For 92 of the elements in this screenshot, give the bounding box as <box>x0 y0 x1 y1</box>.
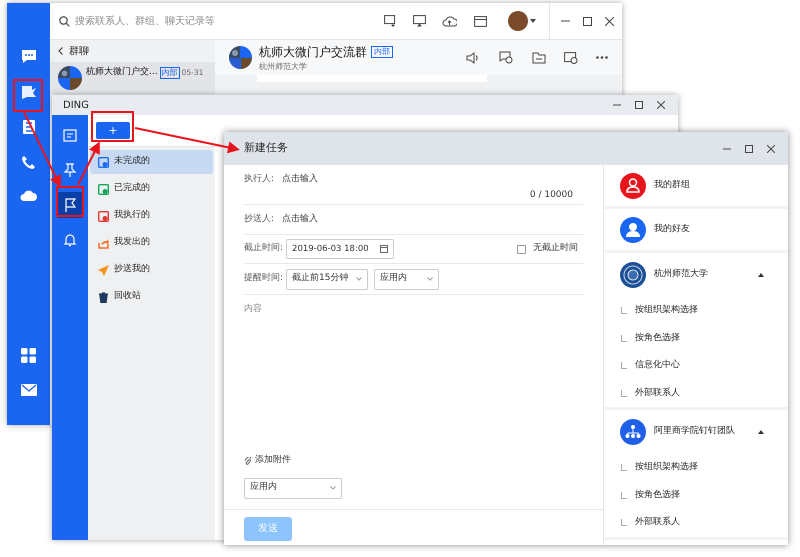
tree-line-icon <box>621 464 627 472</box>
org-chart-icon <box>620 419 646 445</box>
search-icon <box>59 16 70 26</box>
option-item[interactable]: 外部联系人 <box>635 386 680 400</box>
maximize-icon[interactable] <box>745 144 753 152</box>
emblem-icon <box>620 262 646 288</box>
tree-line-icon <box>621 362 627 370</box>
option-item[interactable]: 信息化中心 <box>635 359 680 372</box>
caret-icon[interactable] <box>758 273 764 277</box>
folder-icon[interactable] <box>532 52 546 64</box>
content-field[interactable]: 内容 <box>244 295 583 454</box>
cc-field[interactable]: 点击输入 <box>282 212 318 226</box>
minimize-icon[interactable] <box>723 148 731 150</box>
dropdown[interactable]: 截止前15分钟 <box>286 268 368 290</box>
more-icon[interactable] <box>596 56 608 59</box>
task-filter-item[interactable]: 未完成的 <box>90 150 213 174</box>
task-filter-item[interactable]: 已完成的 <box>90 177 213 201</box>
new-chat-icon[interactable] <box>384 15 397 27</box>
mail-icon[interactable] <box>20 384 36 396</box>
organization-name[interactable]: 杭州师范大学 <box>654 268 750 282</box>
contact-category[interactable]: 我的群组 <box>654 178 690 192</box>
field-label: 执行人: <box>244 173 274 186</box>
cloud-icon[interactable] <box>20 189 37 202</box>
chevron-icon <box>356 277 362 281</box>
chat-clock-icon[interactable] <box>499 51 513 64</box>
field-label: 截止时间: <box>244 242 284 256</box>
search-field[interactable]: 搜索联系人、群组、聊天记录等 <box>59 14 359 28</box>
calendar-icon <box>380 245 388 253</box>
window-icon[interactable] <box>474 16 487 26</box>
task-filter-item[interactable]: 回收站 <box>90 285 213 309</box>
minimize-icon[interactable] <box>613 104 621 106</box>
chevron-icon <box>427 277 434 281</box>
field-label: 提醒时间: <box>244 272 284 286</box>
highlight-box <box>13 79 43 112</box>
option-item[interactable]: 按组织架构选择 <box>635 461 698 474</box>
caret-icon[interactable] <box>758 430 764 434</box>
assignee-field[interactable]: 点击输入 <box>282 173 318 186</box>
option-item[interactable]: 按角色选择 <box>635 488 680 502</box>
maximize-icon[interactable] <box>583 16 592 26</box>
task-filter-item[interactable]: 我执行的 <box>90 204 213 228</box>
internal-badge: 内部 <box>371 46 393 58</box>
window-title: 新建任务 <box>244 140 288 156</box>
close-icon[interactable] <box>657 101 665 109</box>
screen-share-icon[interactable] <box>413 15 426 27</box>
attach-link[interactable]: 添加附件 <box>255 454 291 468</box>
chat-icon[interactable] <box>20 49 36 64</box>
panel-title: 群聊 <box>69 44 89 58</box>
char-counter: 0 / 10000 <box>530 188 573 202</box>
chat-name: 杭师大微门户交... <box>86 66 158 79</box>
dropdown[interactable]: 应用内 <box>374 268 440 290</box>
organization-name[interactable]: 阿里商学院钉钉团队 <box>654 425 750 439</box>
tree-line-icon <box>621 492 627 499</box>
option-item[interactable]: 按角色选择 <box>635 332 680 345</box>
task-filter-item[interactable]: 抄送我的 <box>90 258 213 282</box>
chat-title: 杭师大微门户交流群 <box>259 44 367 60</box>
ding-icon[interactable] <box>20 84 36 100</box>
tree-line-icon <box>621 390 627 397</box>
checkbox[interactable] <box>517 244 526 254</box>
internal-badge: 内部 <box>160 66 180 79</box>
chevron-icon <box>330 486 336 490</box>
close-icon[interactable] <box>767 144 775 152</box>
tree-line-icon <box>621 334 627 342</box>
highlight-box <box>91 111 134 142</box>
phone-icon[interactable] <box>21 155 36 170</box>
tree-line-icon <box>621 519 627 526</box>
paperclip-icon <box>244 456 251 465</box>
option-item[interactable]: 按组织架构选择 <box>635 304 698 318</box>
cloud-upload-icon[interactable] <box>442 15 457 27</box>
caret-icon[interactable] <box>530 19 536 23</box>
chat-subtitle: 杭州师范大学 <box>259 60 308 72</box>
calendar-clock-icon[interactable] <box>564 51 578 64</box>
person-icon <box>620 216 646 242</box>
date-field[interactable]: 2019-06-03 18:00 <box>286 239 394 259</box>
apps-grid-icon[interactable] <box>21 348 36 363</box>
checkbox-label: 无截止时间 <box>533 242 578 256</box>
option-item[interactable]: 外部联系人 <box>635 516 680 530</box>
dropdown[interactable]: 应用内 <box>244 478 342 498</box>
user-avatar[interactable] <box>508 11 528 31</box>
minimize-icon[interactable] <box>561 20 570 22</box>
tree-line-icon <box>621 307 627 314</box>
window-title: DING <box>63 98 89 112</box>
add-button[interactable]: + <box>96 122 130 139</box>
close-icon[interactable] <box>605 16 614 26</box>
back-icon[interactable] <box>58 47 63 55</box>
arrow <box>77 141 100 186</box>
highlight-box <box>56 186 84 217</box>
contact-category[interactable]: 我的好友 <box>654 222 690 236</box>
maximize-icon[interactable] <box>635 101 643 109</box>
group-icon <box>620 172 646 198</box>
speaker-icon[interactable] <box>466 52 480 64</box>
field-label: 抄送人: <box>244 212 274 226</box>
task-filter-item[interactable]: 我发出的 <box>90 231 213 255</box>
